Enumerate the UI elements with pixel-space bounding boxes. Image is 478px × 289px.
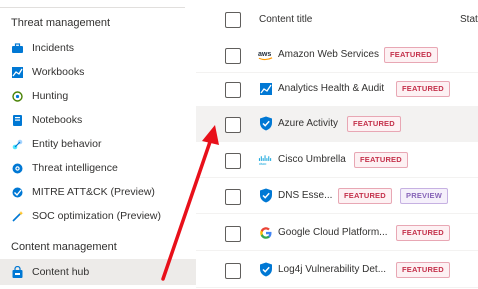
annotation-arrow (161, 125, 219, 281)
